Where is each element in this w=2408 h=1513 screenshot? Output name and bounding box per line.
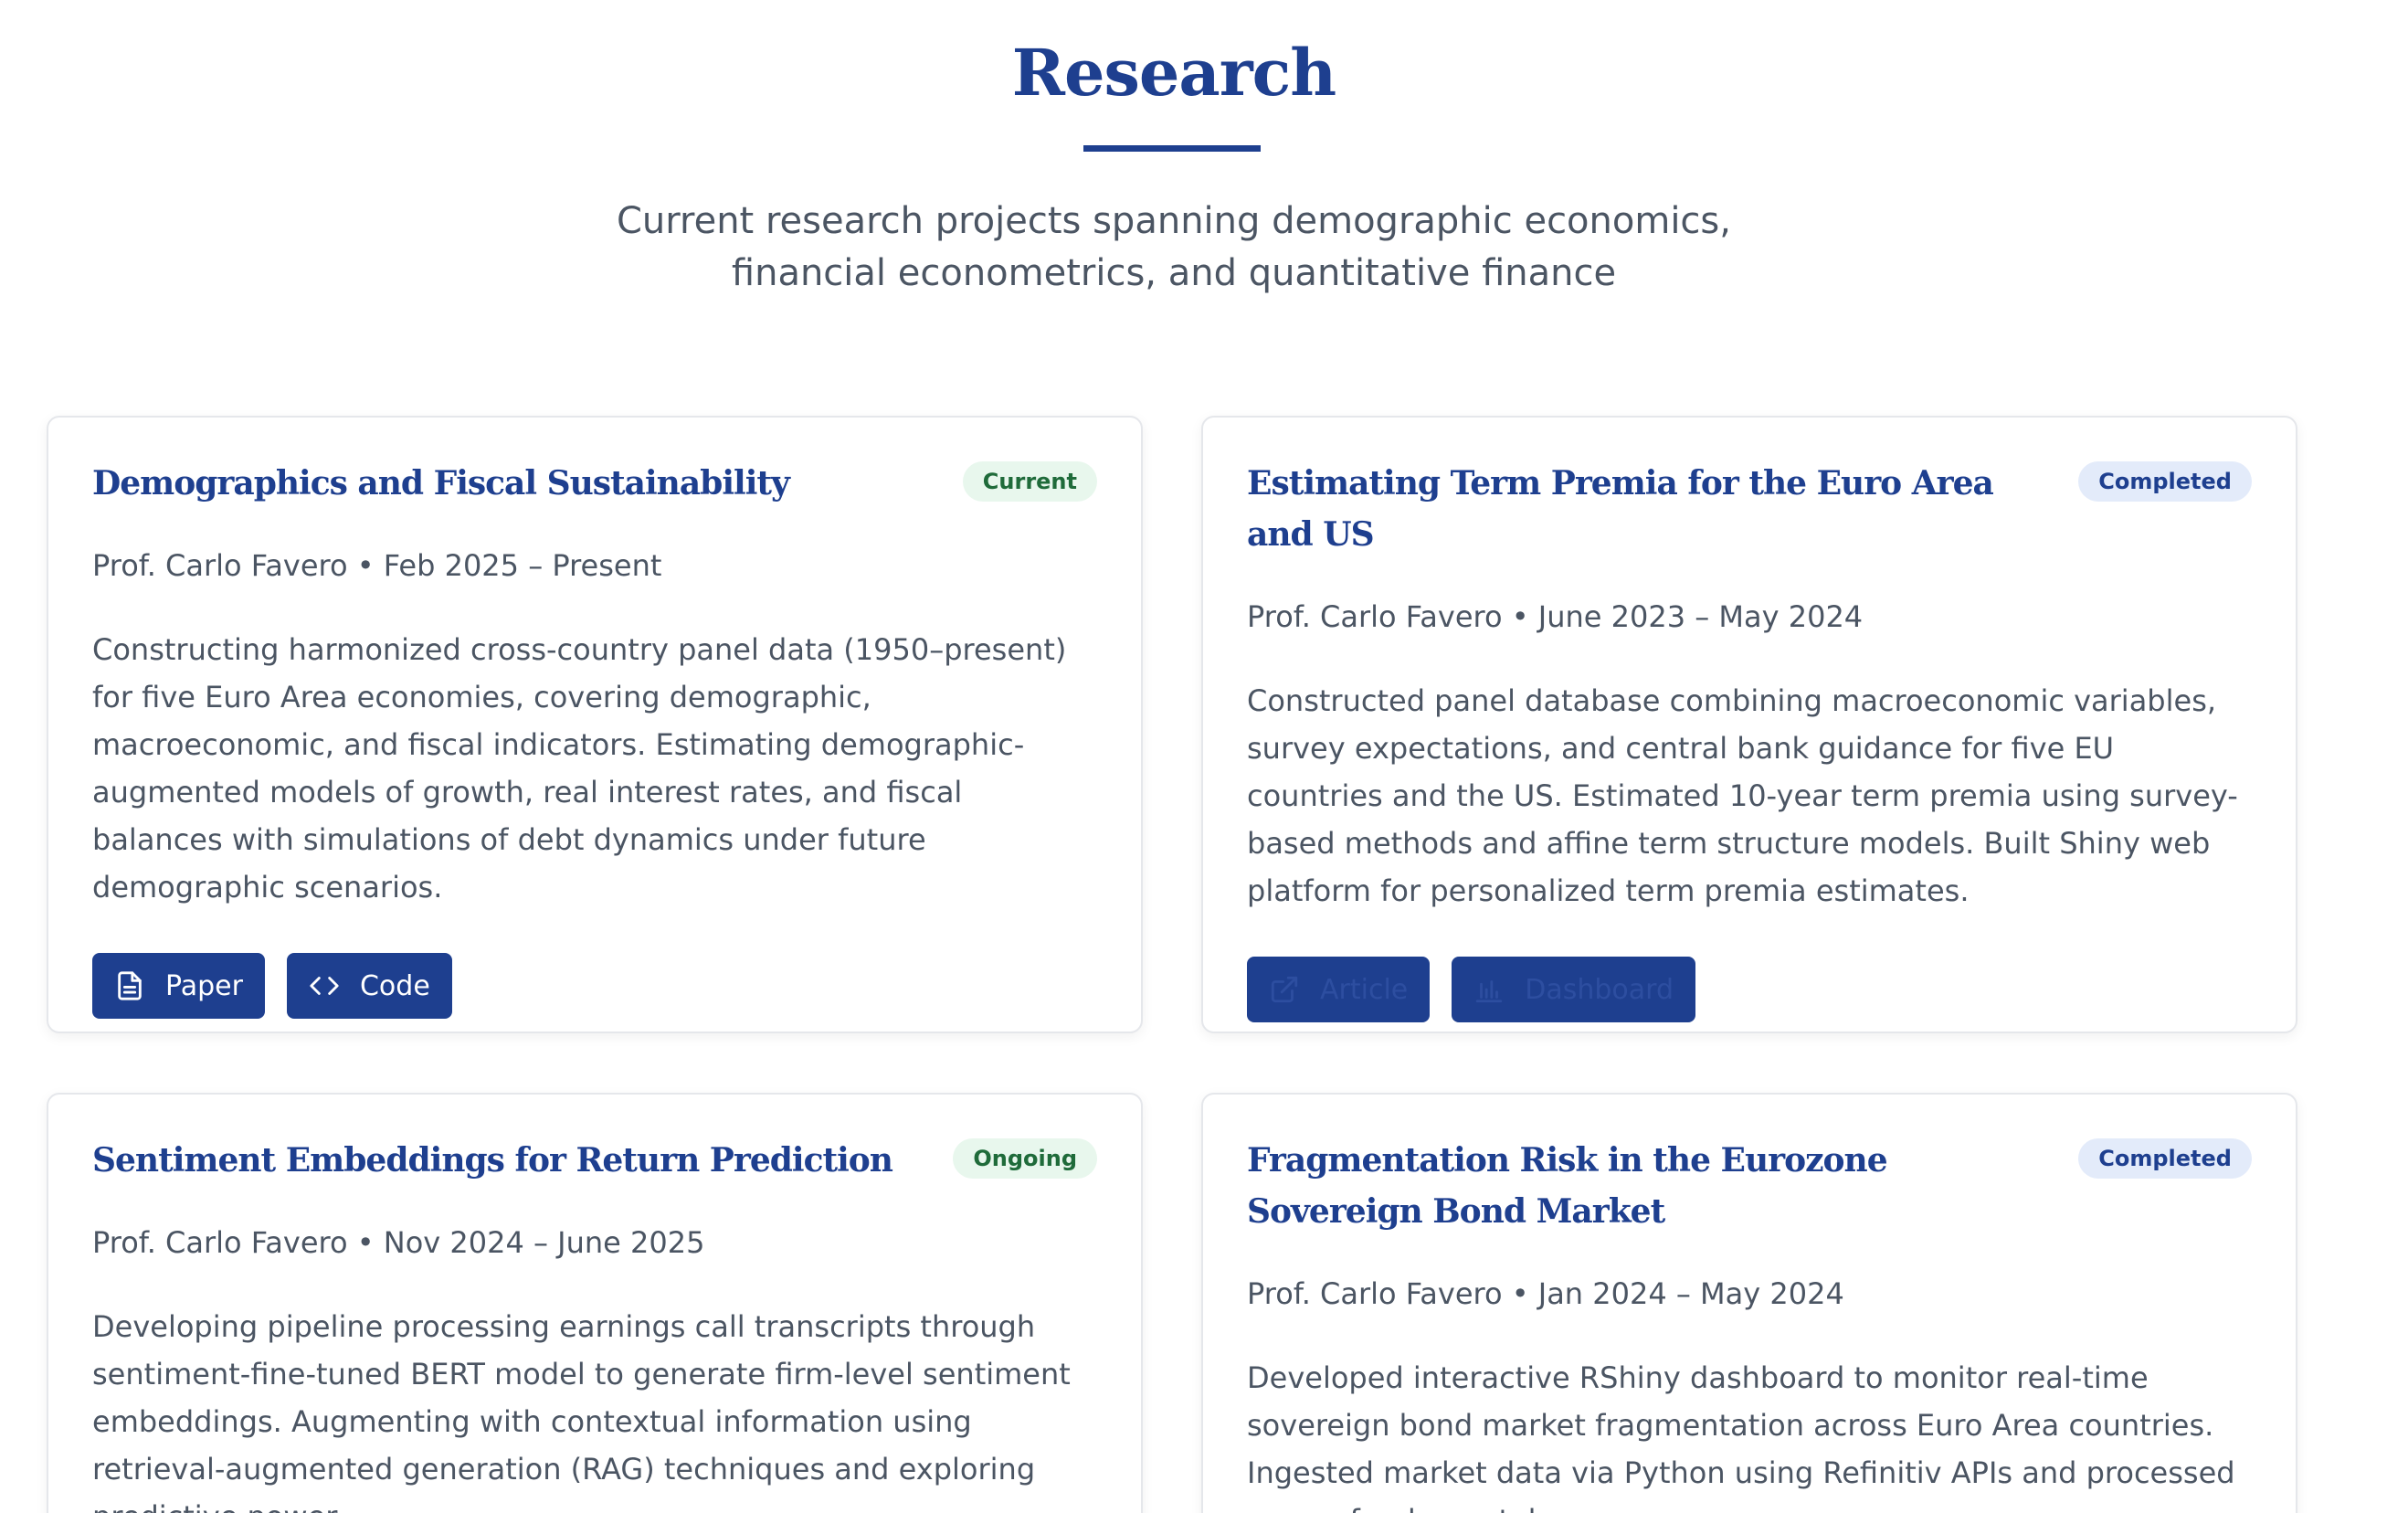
project-title: Fragmentation Risk in the Eurozone Sover… xyxy=(1247,1141,1888,1231)
project-title: Sentiment Embeddings for Return Predicti… xyxy=(92,1141,893,1180)
project-title: Estimating Term Premia for the Euro Area… xyxy=(1247,464,1994,554)
title-underline xyxy=(1083,145,1261,152)
paper-button-label: Paper xyxy=(165,969,243,1002)
external-link-icon xyxy=(1271,976,1298,1003)
code-button-label: Code xyxy=(359,969,430,1002)
project-card: Sentiment Embeddings for Return Predicti… xyxy=(47,1093,1143,1513)
status-badge: Current xyxy=(962,461,1097,502)
bar-chart-icon xyxy=(1476,980,1503,1003)
page-subtitle: Current research projects spanning demog… xyxy=(617,200,1731,294)
project-card: Demographics and Fiscal Sustainability C… xyxy=(47,416,1143,1033)
project-description: Constructed panel database combining mac… xyxy=(1247,683,2238,908)
status-badge: Ongoing xyxy=(953,1138,1097,1179)
project-meta: Prof. Carlo Favero • June 2023 – May 202… xyxy=(1247,599,1864,634)
project-card: Estimating Term Premia for the Euro Area… xyxy=(1201,416,2297,1033)
status-badge: Completed xyxy=(2078,1138,2252,1179)
code-button[interactable]: Code xyxy=(286,953,452,1019)
dashboard-button[interactable]: Dashboard xyxy=(1452,957,1696,1022)
project-description: Developing pipeline processing earnings … xyxy=(92,1309,1071,1513)
project-meta: Prof. Carlo Favero • Feb 2025 – Present xyxy=(92,548,662,583)
project-title: Demographics and Fiscal Sustainability xyxy=(92,464,790,503)
article-button-label: Article xyxy=(1320,973,1409,1006)
project-description: Developed interactive RShiny dashboard t… xyxy=(1247,1360,2235,1513)
project-meta: Prof. Carlo Favero • Jan 2024 – May 2024 xyxy=(1247,1276,1844,1311)
project-card: Fragmentation Risk in the Eurozone Sover… xyxy=(1201,1093,2297,1513)
document-icon xyxy=(118,971,142,1000)
article-button[interactable]: Article xyxy=(1247,957,1431,1022)
paper-button[interactable]: Paper xyxy=(92,953,265,1019)
dashboard-button-label: Dashboard xyxy=(1525,973,1674,1006)
page-title: Research xyxy=(1011,35,1336,111)
status-badge: Completed xyxy=(2078,461,2252,502)
project-description: Constructing harmonized cross-country pa… xyxy=(92,632,1067,905)
code-icon xyxy=(310,977,339,995)
project-meta: Prof. Carlo Favero • Nov 2024 – June 202… xyxy=(92,1225,705,1260)
